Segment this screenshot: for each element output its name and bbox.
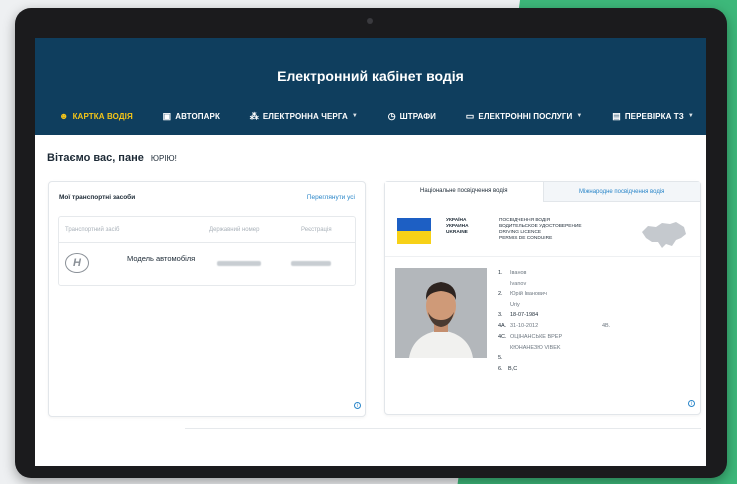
field-row: 6. B,C [498, 366, 518, 372]
field-row: 2. Юрій Іванович [498, 291, 547, 297]
vehicle-model: Модель автомобіля [127, 254, 196, 263]
nav-item-e-queue[interactable]: ⁂ ЕЛЕКТРОННА ЧЕРГА ▼ [250, 108, 358, 124]
vehicles-card: Мої транспортні засоби Переглянути усі Т… [48, 181, 366, 417]
monitor-icon: ▭ [465, 110, 475, 121]
queue-icon: ⁂ [249, 110, 259, 121]
license-tabs: Національне посвідчення водія Міжнародне… [385, 182, 700, 202]
nav-item-driver-card[interactable]: ☻ КАРТКА ВОДІЯ [59, 108, 133, 124]
license-card: Національне посвідчення водія Міжнародне… [384, 181, 701, 415]
tab-national-license[interactable]: Національне посвідчення водія [385, 182, 543, 202]
screen: Електронний кабінет водія ☻ КАРТКА ВОДІЯ… [35, 38, 706, 466]
header: Електронний кабінет водія ☻ КАРТКА ВОДІЯ… [35, 38, 706, 135]
nav-item-autopark[interactable]: ▣ АВТОПАРК [163, 108, 220, 124]
field-row: 1. Іванов [498, 270, 527, 276]
document-icon: ▤ [612, 110, 621, 121]
license-header: УКРАЇНА УКРАИНА UKRAINE ПОСВІДЧЕННЯ ВОДІ… [385, 202, 700, 257]
field-row: 3. 18-07-1984 [498, 312, 539, 318]
info-icon[interactable]: i [354, 402, 361, 409]
ukraine-map-icon [642, 222, 686, 248]
user-name: ЮРІЮ! [150, 154, 177, 163]
country-names: УКРАЇНА УКРАИНА UKRAINE [446, 218, 469, 235]
camera-dot [367, 18, 373, 24]
nav-item-e-services[interactable]: ▭ ЕЛЕКТРОННІ ПОСЛУГИ ▼ [466, 108, 583, 124]
main-nav: ☻ КАРТКА ВОДІЯ ▣ АВТОПАРК ⁂ ЕЛЕКТРОННА Ч… [35, 108, 706, 124]
vehicles-title: Мої транспортні засоби [59, 194, 136, 201]
ukraine-flag-icon [397, 218, 431, 244]
divider [185, 428, 701, 429]
driver-photo [395, 268, 487, 358]
license-fields: 1. Іванов Ivanov 2. Юрій Іванович Uriy 3… [498, 270, 688, 377]
table-header: Транспортний засіб Державний номер Реєст… [59, 217, 355, 243]
field-row: 4A. 31-10-2012 4B. [498, 323, 611, 329]
plate-blurred [217, 261, 261, 266]
field-row: Uriy [510, 302, 520, 308]
registration-blurred [291, 261, 331, 266]
clock-icon: ◷ [387, 110, 396, 121]
page-title: Електронний кабінет водія [277, 68, 464, 84]
view-all-link[interactable]: Переглянути усі [307, 194, 355, 201]
chevron-down-icon: ▼ [576, 113, 583, 119]
field-row: Ivanov [510, 281, 527, 287]
field-row: 4C. ОЦІНАНСЬКЕ ВРЕР [498, 334, 563, 340]
vehicles-table: Транспортний засіб Державний номер Реєст… [58, 216, 356, 286]
nav-item-vehicle-check[interactable]: ▤ ПЕРЕВІРКА ТЗ ▼ [612, 108, 694, 124]
greeting: Вітаємо вас, пане ЮРІЮ! [47, 152, 177, 164]
chevron-down-icon: ▼ [687, 113, 694, 119]
laptop-frame: Електронний кабінет водія ☻ КАРТКА ВОДІЯ… [15, 8, 727, 478]
license-doc-title: ПОСВІДЧЕННЯ ВОДІЯ ВОДИТЕЛЬСКОЕ УДОСТОВЕР… [499, 218, 582, 241]
chevron-down-icon: ▼ [351, 113, 358, 119]
car-icon: ▣ [162, 110, 172, 121]
field-row: 5. [498, 355, 503, 361]
table-row[interactable]: H Модель автомобіля [59, 243, 355, 285]
info-icon[interactable]: i [688, 400, 695, 407]
tab-international-license[interactable]: Міжнародне посвідчення водія [542, 182, 700, 202]
field-row: КЮНАНЕЗЮ VIBEK [510, 345, 561, 351]
user-circle-icon: ☻ [59, 110, 69, 121]
nav-item-fines[interactable]: ◷ ШТРАФИ [388, 108, 436, 124]
hyundai-logo-icon: H [65, 253, 89, 273]
